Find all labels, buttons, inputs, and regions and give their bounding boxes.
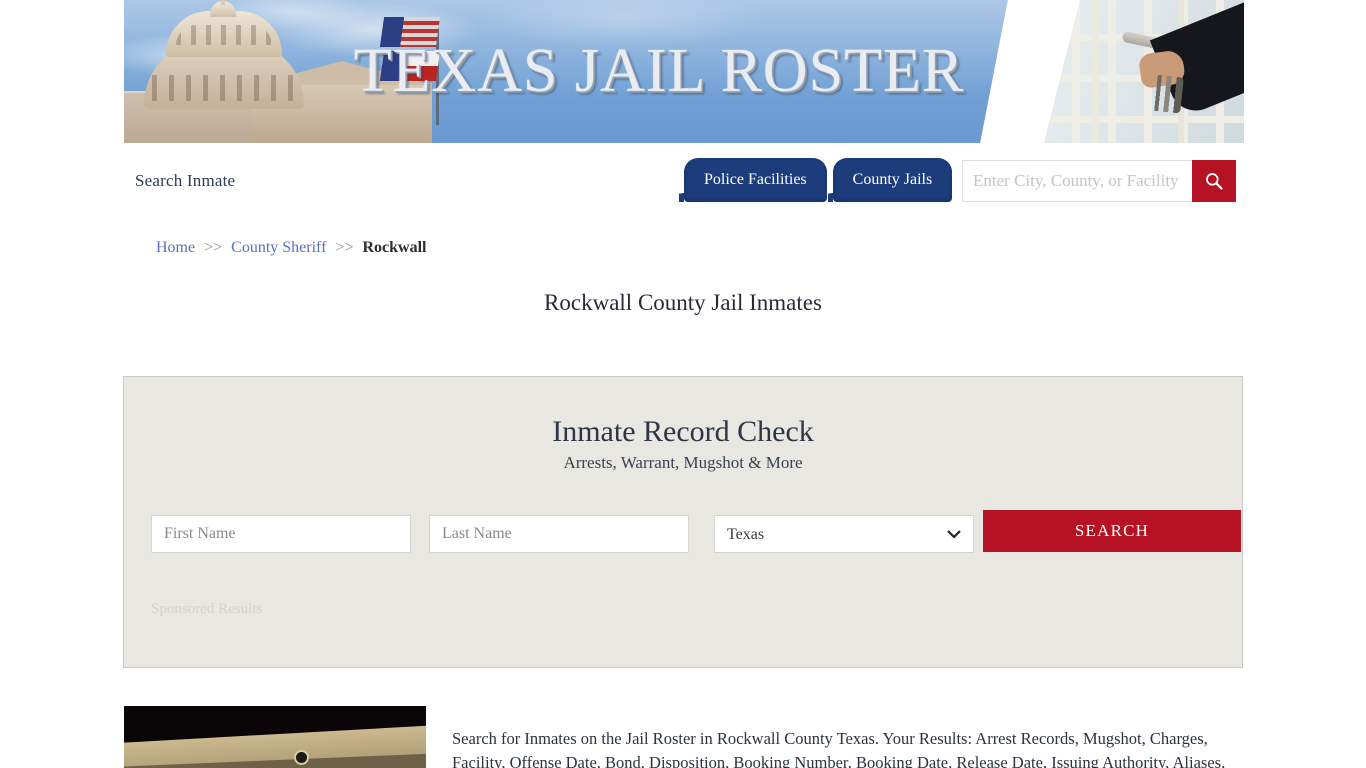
breadcrumb-item-current: Rockwall xyxy=(362,239,427,256)
tab-county-jails[interactable]: County Jails xyxy=(827,158,953,202)
main-navbar: Search Inmate Police Facilities County J… xyxy=(124,143,1244,217)
banner-title: TEXAS JAIL ROSTER xyxy=(353,37,965,105)
header-search-button[interactable] xyxy=(1192,160,1236,202)
building-seal-icon xyxy=(294,750,309,765)
state-select[interactable]: Texas xyxy=(714,515,974,553)
page-root: TEXAS JAIL ROSTER Search Inmate Police F… xyxy=(0,0,1366,768)
jail-building-thumbnail[interactable] xyxy=(124,706,426,768)
nav-brand-search-inmate[interactable]: Search Inmate xyxy=(135,171,235,191)
breadcrumb-separator: >> xyxy=(204,239,223,256)
header-search-input[interactable] xyxy=(963,161,1194,201)
page-description-text: Search for Inmates on the Jail Roster in… xyxy=(452,728,1226,768)
sponsored-results-label: Sponsored Results xyxy=(151,601,263,617)
breadcrumb-item-home[interactable]: Home xyxy=(156,239,195,256)
search-icon xyxy=(1206,173,1223,190)
breadcrumb-separator: >> xyxy=(335,239,354,256)
inmate-search-form: Texas SEARCH xyxy=(151,510,1241,557)
nav-tabs: Police Facilities County Jails xyxy=(679,158,953,202)
tab-police-facilities[interactable]: Police Facilities xyxy=(679,158,827,202)
first-name-input[interactable] xyxy=(151,515,411,553)
breadcrumb-item-county-sheriff[interactable]: County Sheriff xyxy=(231,239,326,256)
header-search-box xyxy=(962,160,1194,202)
inmate-search-submit-button[interactable]: SEARCH xyxy=(983,510,1241,552)
breadcrumb: Home >> County Sheriff >> Rockwall xyxy=(156,239,426,257)
panel-title: Inmate Record Check xyxy=(552,415,814,448)
page-title: Rockwall County Jail Inmates xyxy=(544,290,822,315)
site-banner: TEXAS JAIL ROSTER xyxy=(124,0,1244,143)
last-name-input[interactable] xyxy=(429,515,689,553)
panel-subtitle: Arrests, Warrant, Mugshot & More xyxy=(563,453,803,472)
inmate-record-check-panel: Inmate Record Check Arrests, Warrant, Mu… xyxy=(123,376,1243,668)
